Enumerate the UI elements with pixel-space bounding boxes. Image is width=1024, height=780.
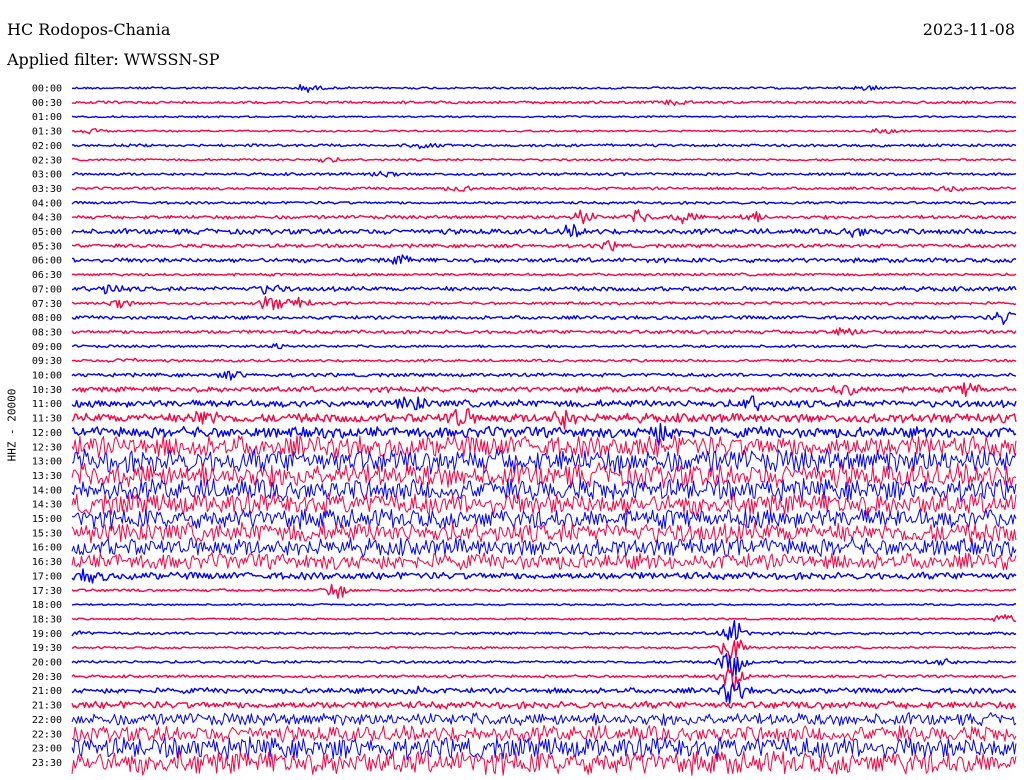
trace-row-0730 [71,295,1017,311]
time-label-0630: 06:30 [32,270,62,281]
trace-row-0300 [71,170,1017,178]
time-label-1930: 19:30 [32,643,62,654]
time-label-1400: 14:00 [32,485,62,496]
time-label-0930: 09:30 [32,356,62,367]
trace-row-1830 [71,614,1017,623]
time-label-0700: 07:00 [32,284,62,295]
time-label-0200: 02:00 [32,141,62,152]
time-label-1100: 11:00 [32,399,62,410]
trace-row-0930 [71,357,1017,363]
trace-row-2100 [71,682,1017,704]
time-label-2330: 23:30 [32,758,62,769]
time-label-0600: 06:00 [32,256,62,267]
time-label-1500: 15:00 [32,514,62,525]
trace-row-0230 [71,156,1017,163]
time-label-2230: 22:30 [32,729,62,740]
trace-row-2200 [71,712,1017,727]
time-label-0000: 00:00 [32,84,62,95]
trace-row-2030 [71,667,1017,692]
time-label-2300: 23:00 [32,744,62,755]
time-label-1730: 17:30 [32,586,62,597]
time-label-1530: 15:30 [32,528,62,539]
time-label-1700: 17:00 [32,571,62,582]
time-label-0900: 09:00 [32,342,62,353]
trace-row-1530 [71,521,1017,544]
time-label-1600: 16:00 [32,543,62,554]
helicorder-plot: 00:00 00:30 01:00 01:30 02:00 02:30 03:00 03:30… [32,84,1017,776]
trace-row-0430 [71,209,1017,225]
time-label-2100: 21:00 [32,686,62,697]
time-label-0830: 08:30 [32,327,62,338]
time-label-1230: 12:30 [32,442,62,453]
time-label-0230: 02:30 [32,155,62,166]
labels-group: 00:00 00:30 01:00 01:30 02:00 02:30 03:00 03:30… [32,84,62,769]
trace-row-0600 [71,254,1017,265]
time-label-1630: 16:30 [32,557,62,568]
trace-row-0400 [71,200,1017,205]
time-label-0330: 03:30 [32,184,62,195]
time-label-2130: 21:30 [32,701,62,712]
time-label-2200: 22:00 [32,715,62,726]
time-label-0530: 05:30 [32,241,62,252]
time-label-1430: 14:30 [32,500,62,511]
trace-row-1900 [71,619,1017,641]
trace-row-1730 [71,583,1017,599]
trace-row-0900 [71,342,1017,350]
time-label-1800: 18:00 [32,600,62,611]
trace-row-0800 [71,311,1017,325]
time-label-0130: 01:30 [32,127,62,138]
trace-row-1700 [71,568,1017,584]
trace-row-0100 [71,115,1017,119]
time-label-1900: 19:00 [32,629,62,640]
trace-row-0630 [71,272,1017,277]
time-label-1330: 13:30 [32,471,62,482]
trace-row-0200 [71,143,1017,150]
time-label-1830: 18:30 [32,614,62,625]
trace-row-0500 [71,224,1017,238]
trace-row-0700 [71,284,1017,295]
time-label-0100: 01:00 [32,112,62,123]
time-label-1300: 13:00 [32,457,62,468]
trace-row-1030 [71,382,1017,397]
trace-row-2330 [71,750,1017,776]
time-label-0500: 05:00 [32,227,62,238]
time-label-1130: 11:30 [32,414,62,425]
time-label-2000: 20:00 [32,658,62,669]
trace-row-1000 [71,370,1017,381]
time-label-1000: 10:00 [32,371,62,382]
time-label-0030: 00:30 [32,98,62,109]
trace-row-0330 [71,185,1017,192]
trace-row-1130 [71,408,1017,430]
trace-row-0130 [71,127,1017,135]
time-label-0730: 07:30 [32,299,62,310]
time-label-1200: 12:00 [32,428,62,439]
time-label-2030: 20:30 [32,672,62,683]
trace-row-0530 [71,240,1017,252]
time-label-0400: 04:00 [32,198,62,209]
time-label-0300: 03:00 [32,170,62,181]
trace-row-0030 [71,99,1017,106]
trace-row-2000 [71,653,1017,677]
time-label-1030: 10:30 [32,385,62,396]
trace-row-2130 [71,700,1017,710]
trace-row-1800 [71,602,1016,607]
time-label-0800: 08:00 [32,313,62,324]
trace-row-1100 [71,395,1017,412]
trace-row-1200 [71,422,1017,447]
traces-group [71,84,1017,776]
trace-row-1930 [71,639,1017,660]
trace-row-0830 [71,327,1017,336]
trace-row-0000 [72,84,1017,93]
time-label-0430: 04:30 [32,213,62,224]
trace-row-1630 [71,552,1017,571]
